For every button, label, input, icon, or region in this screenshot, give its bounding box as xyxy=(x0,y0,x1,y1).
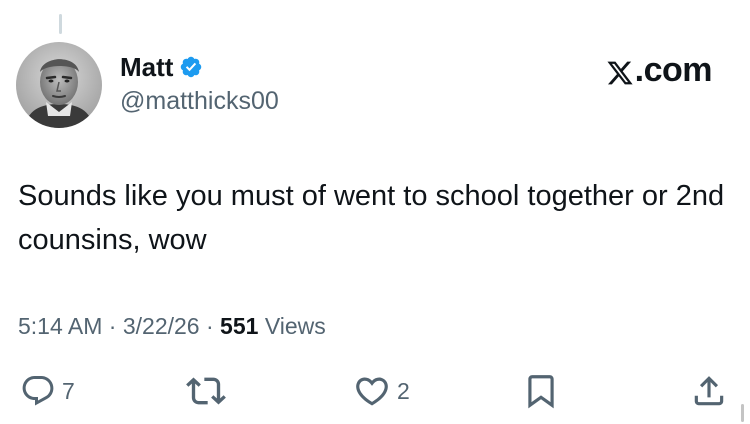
like-count: 2 xyxy=(397,378,410,404)
reply-icon xyxy=(20,373,56,409)
share-button[interactable] xyxy=(690,366,728,416)
repost-icon xyxy=(186,371,226,411)
verified-badge-icon xyxy=(179,55,203,79)
x-logo-icon xyxy=(606,56,634,85)
bookmark-icon xyxy=(522,372,560,410)
tweet-actions-bar: 7 2 xyxy=(0,366,750,416)
tweet-text: Sounds like you must of went to school t… xyxy=(18,180,725,256)
avatar-photo xyxy=(16,42,102,128)
views-label: Views xyxy=(264,313,326,339)
reply-button[interactable]: 7 xyxy=(20,366,75,416)
scrollbar-thumb[interactable] xyxy=(741,404,744,422)
brand-logo: .com xyxy=(606,50,713,90)
author-display-name[interactable]: Matt xyxy=(120,52,173,82)
heart-icon xyxy=(353,372,391,410)
like-button[interactable]: 2 xyxy=(353,366,410,416)
reply-count: 7 xyxy=(62,378,75,404)
meta-separator: · xyxy=(205,313,214,339)
thread-connector-line xyxy=(59,14,62,34)
tweet-time[interactable]: 5:14 AM xyxy=(18,313,102,339)
author-handle[interactable]: @matthicks00 xyxy=(120,86,279,116)
meta-separator: · xyxy=(108,313,117,339)
avatar[interactable] xyxy=(16,42,102,128)
tweet-meta: 5:14 AM · 3/22/26 · 551 Views xyxy=(18,311,326,341)
share-icon xyxy=(690,372,728,410)
views-count: 551 xyxy=(220,313,259,339)
bookmark-button[interactable] xyxy=(522,366,560,416)
author-name-row[interactable]: Matt xyxy=(120,52,203,82)
repost-button[interactable] xyxy=(186,366,226,416)
tweet-date[interactable]: 3/22/26 xyxy=(123,313,200,339)
brand-domain-label: .com xyxy=(634,51,713,89)
